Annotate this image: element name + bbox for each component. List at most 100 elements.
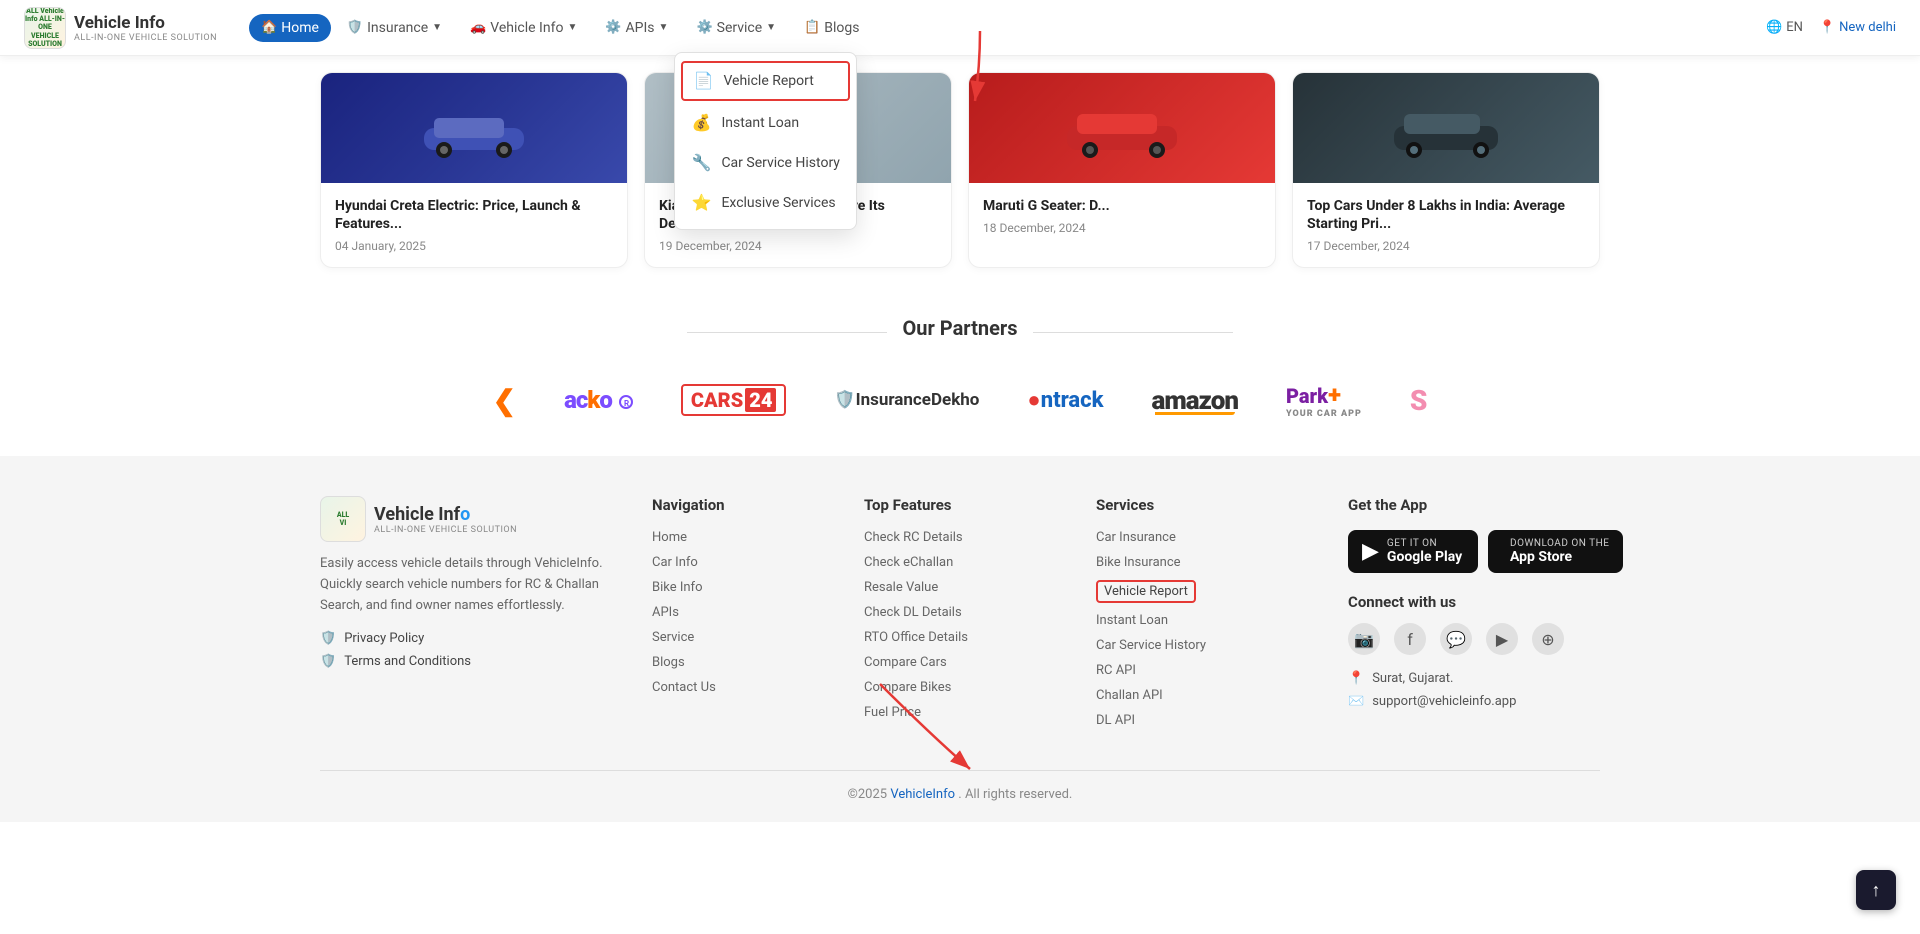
dropdown-item-exclusive-services[interactable]: ⭐ Exclusive Services (675, 183, 856, 223)
footer-feature-dl[interactable]: Check DL Details (864, 605, 1064, 620)
footer-feature-rc[interactable]: Check RC Details (864, 530, 1064, 545)
google-play-text: GET IT ON Google Play (1387, 538, 1462, 565)
footer-nav-service[interactable]: Service (652, 630, 832, 645)
footer-brand-tagline: ALL-IN-ONE VEHICLE SOLUTION (374, 525, 517, 535)
google-play-button[interactable]: ▶ GET IT ON Google Play (1348, 530, 1478, 573)
footer-copyright: ©2025 (848, 787, 887, 802)
exclusive-services-icon: ⭐ (691, 193, 711, 213)
app-store-text: DOWNLOAD ON THE App Store (1510, 538, 1609, 565)
footer-privacy-link[interactable]: 🛡️ Privacy Policy (320, 631, 620, 646)
card-1-date: 04 January, 2025 (335, 239, 613, 253)
footer-app-col: Get the App ▶ GET IT ON Google Play (1348, 496, 1628, 738)
partner-logo-left-partial: ❮ (485, 376, 524, 424)
footer-nav-car-info[interactable]: Car Info (652, 555, 832, 570)
partner-cars24[interactable]: CARS24 (673, 376, 795, 424)
footer-feature-compare-cars[interactable]: Compare Cars (864, 655, 1064, 670)
footer-brand-link[interactable]: VehicleInfo (890, 787, 955, 802)
footer-service-bike-insurance[interactable]: Bike Insurance (1096, 555, 1316, 570)
vehicle-info-chevron-icon: ▼ (567, 22, 577, 33)
nav-apis-label: APIs (626, 20, 655, 36)
brand-logo-link[interactable]: ALL Vehicle Info ALL-IN-ONE VEHICLE SOLU… (24, 7, 217, 49)
footer-services-col: Services Car Insurance Bike Insurance Ve… (1096, 496, 1316, 738)
footer-feature-compare-bikes[interactable]: Compare Bikes (864, 680, 1064, 695)
dropdown-item-instant-loan[interactable]: 💰 Instant Loan (675, 103, 856, 143)
footer-nav-bike-info[interactable]: Bike Info (652, 580, 832, 595)
card-4[interactable]: Top Cars Under 8 Lakhs in India: Average… (1292, 72, 1600, 268)
nav-blogs[interactable]: 📋 Blogs (792, 14, 871, 42)
footer-brand-col: ALLVI Vehicle Info ALL-IN-ONE VEHICLE SO… (320, 496, 620, 738)
partner-amazon[interactable]: amazon (1144, 376, 1247, 424)
partner-logo-right-partial: S (1402, 376, 1436, 424)
nav-vehicle-info[interactable]: 🚗 Vehicle Info ▼ (458, 14, 589, 42)
nav-service[interactable]: ⚙️ Service ▼ 📄 Vehicle Report 💰 Instant … (684, 14, 788, 42)
footer-service-car-service[interactable]: Car Service History (1096, 638, 1316, 653)
nav-home[interactable]: 🏠 Home (249, 14, 331, 42)
partners-divider: Our Partners (24, 316, 1896, 348)
dropdown-item-car-service-history[interactable]: 🔧 Car Service History (675, 143, 856, 183)
footer-nav-contact[interactable]: Contact Us (652, 680, 832, 695)
footer-service-challan-api[interactable]: Challan API (1096, 688, 1316, 703)
footer-navigation-title: Navigation (652, 496, 832, 514)
partners-row: ❮ acko R CARS24 🛡️InsuranceDekho (24, 376, 1896, 424)
footer-services-title: Services (1096, 496, 1316, 514)
footer-feature-fuel[interactable]: Fuel Price (864, 705, 1064, 720)
card-1[interactable]: Hyundai Creta Electric: Price, Launch & … (320, 72, 628, 268)
facebook-icon[interactable]: f (1394, 623, 1426, 655)
shield-icon: 🛡️ (320, 631, 336, 646)
share-icon[interactable]: ⊕ (1532, 623, 1564, 655)
location-button[interactable]: 📍 New delhi (1819, 20, 1896, 35)
footer-feature-rto[interactable]: RTO Office Details (864, 630, 1064, 645)
brand-logo-text: ALL Vehicle Info ALL-IN-ONE VEHICLE SOLU… (25, 7, 65, 49)
scroll-top-button[interactable]: ↑ (1856, 870, 1896, 910)
card-1-image (321, 73, 627, 183)
app-store-button[interactable]: DOWNLOAD ON THE App Store (1488, 530, 1623, 573)
dropdown-item-vehicle-report[interactable]: 📄 Vehicle Report (681, 61, 850, 101)
card-1-title: Hyundai Creta Electric: Price, Launch & … (335, 197, 613, 233)
nav-insurance[interactable]: 🛡️ Insurance ▼ (335, 14, 454, 42)
insurance-icon: 🛡️ (347, 20, 363, 35)
main-content: Hyundai Creta Electric: Price, Launch & … (0, 56, 1920, 822)
nav-home-label: Home (281, 20, 319, 36)
footer-service-car-insurance[interactable]: Car Insurance (1096, 530, 1316, 545)
apis-icon: ⚙️ (605, 20, 621, 35)
card-1-body: Hyundai Creta Electric: Price, Launch & … (321, 183, 627, 267)
footer-service-dl-api[interactable]: DL API (1096, 713, 1316, 728)
brand-name: Vehicle Info (74, 13, 217, 33)
youtube-icon[interactable]: ▶ (1486, 623, 1518, 655)
lang-button[interactable]: 🌐 EN (1766, 20, 1803, 35)
card-3[interactable]: Maruti G Seater: D... 18 December, 2024 (968, 72, 1276, 268)
lang-label: EN (1786, 20, 1803, 35)
nav-service-label: Service (717, 20, 763, 36)
partner-acko[interactable]: acko R (556, 376, 641, 424)
terms-icon: 🛡️ (320, 654, 336, 669)
instagram-icon[interactable]: 📷 (1348, 623, 1380, 655)
partner-park-plus[interactable]: Park+ YOUR CAR APP (1278, 376, 1370, 424)
brand-tagline: ALL-IN-ONE VEHICLE SOLUTION (74, 33, 217, 43)
footer-nav-home[interactable]: Home (652, 530, 832, 545)
footer-feature-resale[interactable]: Resale Value (864, 580, 1064, 595)
partner-ontrack[interactable]: ●ntrack (1019, 376, 1111, 424)
footer-service-vehicle-report[interactable]: Vehicle Report (1096, 580, 1196, 603)
app-store-large-label: App Store (1510, 549, 1609, 565)
footer-nav-blogs[interactable]: Blogs (652, 655, 832, 670)
footer-brand-name: Vehicle Info (374, 504, 517, 525)
connect-title: Connect with us (1348, 593, 1628, 611)
instant-loan-icon: 💰 (691, 113, 711, 133)
dropdown-exclusive-services-label: Exclusive Services (721, 195, 835, 211)
footer-top: ALLVI Vehicle Info ALL-IN-ONE VEHICLE SO… (320, 496, 1600, 738)
partner-insurancedekho[interactable]: 🛡️InsuranceDekho (826, 376, 987, 424)
card-2-date: 19 December, 2024 (659, 239, 937, 253)
footer-brand-name-group: Vehicle Info ALL-IN-ONE VEHICLE SOLUTION (374, 504, 517, 535)
insurance-chevron-icon: ▼ (432, 22, 442, 33)
location-icon: 📍 (1819, 20, 1835, 35)
footer-service-rc-api[interactable]: RC API (1096, 663, 1316, 678)
footer-service-instant-loan[interactable]: Instant Loan (1096, 613, 1316, 628)
service-dropdown-menu: 📄 Vehicle Report 💰 Instant Loan 🔧 Car Se… (674, 52, 857, 230)
footer-feature-echallan[interactable]: Check eChallan (864, 555, 1064, 570)
footer-logo-text: ALLVI (337, 511, 349, 528)
footer-terms-link[interactable]: 🛡️ Terms and Conditions (320, 654, 620, 669)
whatsapp-icon[interactable]: 💬 (1440, 623, 1472, 655)
nav-apis[interactable]: ⚙️ APIs ▼ (593, 14, 680, 42)
footer-email-text: support@vehicleinfo.app (1372, 694, 1516, 709)
footer-nav-apis[interactable]: APIs (652, 605, 832, 620)
